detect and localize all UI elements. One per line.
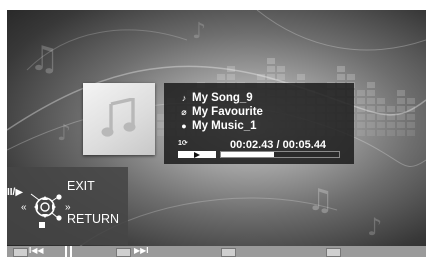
svg-text:♫: ♫ (307, 183, 334, 218)
album-art (83, 83, 155, 155)
play-pause-hint: II/▶ (7, 187, 24, 198)
time-display: 00:02.43 / 00:05.44 (230, 139, 326, 151)
skip-back-icon: I◀◀ (29, 246, 44, 255)
track-info-panel: ♪ My Song_9 ⌀ My Favourite ● My Music_1 … (164, 83, 354, 164)
elapsed-time: 00:02.43 (230, 139, 274, 151)
total-time: 00:05.44 (282, 139, 327, 151)
return-label: RETURN (67, 212, 120, 226)
play-status (178, 151, 216, 158)
song-title: My Song_9 (192, 92, 253, 104)
music-note-icon: ♪ (181, 93, 187, 103)
bottom-button-strip: I◀◀ ▶▶I (7, 246, 426, 257)
progress-fill (221, 152, 275, 157)
skip-back-button[interactable] (13, 248, 28, 257)
person-icon: ● (181, 121, 187, 131)
svg-text:♪: ♪ (57, 121, 71, 146)
bottom-button-4[interactable] (326, 248, 341, 257)
skip-forward-button[interactable] (116, 248, 131, 257)
skip-forward-icon: ▶▶I (134, 246, 149, 255)
music-title: My Music_1 (192, 120, 257, 132)
svg-text:♪: ♪ (192, 19, 206, 44)
favourite-title: My Favourite (192, 106, 263, 118)
divider (70, 246, 72, 257)
dpad-icon (30, 193, 62, 228)
svg-text:♪: ♪ (367, 213, 382, 241)
media-player-screen: ♫ ♫ ♪ ♪ ♪ ♪ My Song_9 ⌀ My Favourite ● M… (7, 10, 426, 257)
remote-control-guide: II/▶ EXIT RETURN « » (7, 167, 128, 245)
time-separator: / (276, 139, 280, 151)
bottom-button-3[interactable] (221, 248, 236, 257)
repeat-one-icon: 1⟳ (178, 140, 188, 147)
music-note-icon (101, 98, 136, 137)
tag-icon: ⌀ (181, 107, 187, 117)
play-icon (194, 152, 200, 158)
svg-text:♫: ♫ (29, 39, 59, 79)
divider (65, 246, 67, 257)
exit-label: EXIT (67, 179, 95, 193)
progress-bar (220, 151, 340, 158)
